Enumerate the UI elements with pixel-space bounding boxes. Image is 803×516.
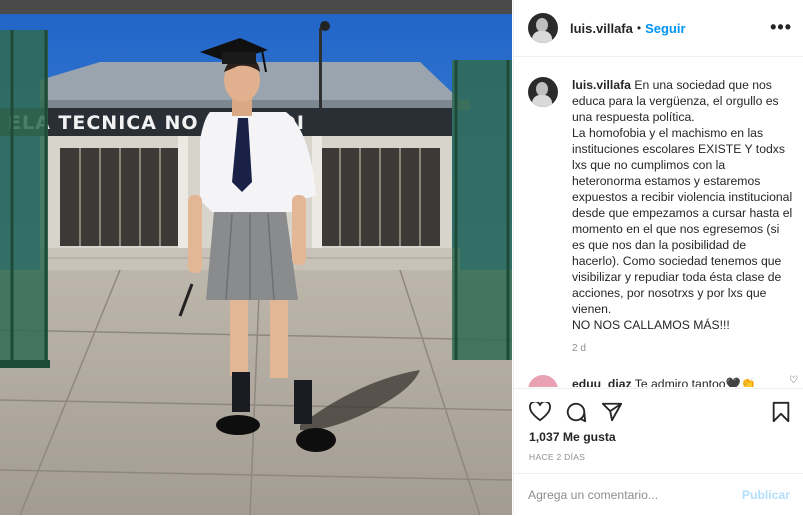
comment-username[interactable]: eduu_diaz: [572, 377, 632, 387]
comment-body: Te admiro tantoo🖤👏: [631, 377, 756, 387]
share-icon[interactable]: [599, 399, 625, 425]
more-options-icon[interactable]: •••: [770, 18, 792, 36]
heart-icon[interactable]: [527, 399, 553, 425]
publish-button[interactable]: Publicar: [742, 488, 790, 502]
post-sidebar: luis.villafa • Seguir ••• luis.villafa E…: [513, 0, 803, 515]
comment-text: eduu_diaz Te admiro tantoo🖤👏: [572, 377, 756, 387]
actions-bar: 1,037 Me gusta HACE 2 DÍAS: [514, 388, 803, 473]
add-comment-bar: Publicar: [514, 473, 803, 516]
comment-icon[interactable]: [563, 399, 589, 425]
comments-section[interactable]: luis.villafa En una sociedad que nos edu…: [514, 57, 803, 387]
post-header: luis.villafa • Seguir •••: [514, 0, 803, 57]
caption-body: En una sociedad que nos educa para la ve…: [572, 78, 793, 332]
post-caption: luis.villafa En una sociedad que nos edu…: [528, 77, 794, 354]
comment-input[interactable]: [528, 486, 728, 504]
comment-avatar[interactable]: [528, 375, 558, 387]
follow-button[interactable]: Seguir: [645, 21, 685, 36]
post-photo[interactable]: ELA TECNICA NO ALBERDI: [0, 0, 512, 515]
comment-like-icon[interactable]: ♡: [789, 375, 798, 386]
caption-username[interactable]: luis.villafa: [572, 78, 631, 92]
post-image: ELA TECNICA NO ALBERDI: [0, 0, 512, 515]
bookmark-icon[interactable]: [768, 399, 794, 425]
caption-text: luis.villafa En una sociedad que nos edu…: [572, 77, 794, 333]
avatar[interactable]: [528, 13, 558, 43]
caption-time[interactable]: 2 d: [572, 343, 794, 354]
caption-avatar[interactable]: [528, 77, 558, 107]
post-time-ago[interactable]: HACE 2 DÍAS: [529, 452, 585, 462]
likes-count[interactable]: 1,037 Me gusta: [529, 430, 616, 444]
comment-item: eduu_diaz Te admiro tantoo🖤👏 ♡: [528, 375, 798, 387]
header-username[interactable]: luis.villafa: [570, 21, 633, 36]
separator-dot: •: [636, 21, 642, 35]
